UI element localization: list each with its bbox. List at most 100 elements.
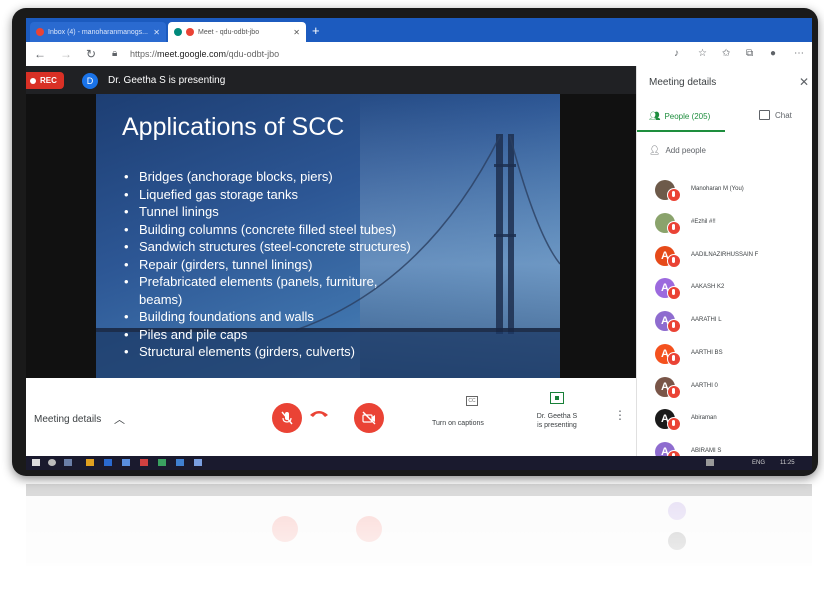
slide-bullet: Building columns (concrete filled steel … [124,221,411,239]
app-icon[interactable] [194,459,202,466]
star-icon[interactable]: ☆ [698,47,707,61]
camera-off-icon [362,411,376,425]
tab-chat[interactable]: Chat [759,110,792,120]
profile-icon[interactable]: ● [770,47,776,61]
slide-bullet: Tunnel linings [124,203,411,221]
slide: Applications of SCC Bridges (anchorage b… [96,94,560,378]
url-field[interactable]: https://meet.google.com/qdu-odbt-jbo [130,47,279,61]
close-icon[interactable]: ✕ [799,75,809,89]
active-tab-indicator [637,130,725,132]
presenting-text: Dr. Geetha S is presenting [108,75,226,86]
back-arrow-icon[interactable]: ← [34,46,46,62]
panel-title: Meeting details [649,77,717,88]
mic-off-icon [281,411,293,425]
os-taskbar: ENG 11:25 [26,456,812,470]
browser-tab-bar: Inbox (4) - manoharanmanogs... ✕ Meet - … [26,18,812,42]
participant-row[interactable]: A AARTHI 0 [649,377,809,403]
captions-icon[interactable]: CC [466,396,478,406]
lock-icon: 🔒︎ [112,48,118,59]
slide-bullet: Sandwich structures (steel-concrete stru… [124,238,411,256]
meet-header: REC D Dr. Geetha S is presenting [26,66,636,94]
clock[interactable]: 11:25 [780,458,795,468]
app-icon[interactable] [140,459,148,466]
slide-bullet: Building foundations and walls [124,308,411,326]
rec-badge: REC [26,72,64,89]
hangup-button[interactable] [308,407,330,419]
participant-name: AARATHI L [691,317,722,323]
participant-row[interactable]: A AARATHI L [649,311,809,337]
slide-bullet-continuation: beams) [139,291,183,307]
camera-off-button[interactable] [354,403,384,433]
meeting-details-toggle[interactable]: Meeting details [34,414,101,425]
recording-dot-icon [186,28,194,36]
app-icon[interactable] [122,459,130,466]
slide-bullet: Repair (girders, tunnel linings) [124,256,411,274]
language-indicator[interactable]: ENG [752,458,765,468]
more-icon[interactable]: ⋯ [794,47,804,61]
gmail-icon [36,28,44,36]
chat-icon [759,110,770,120]
screen: Inbox (4) - manoharanmanogs... ✕ Meet - … [26,18,812,470]
reflection [12,480,818,598]
presenting-label[interactable]: Dr. Geetha S is presenting [524,412,590,430]
new-tab-button[interactable]: + [312,23,320,39]
participant-name: Abiraman [691,415,717,421]
mic-muted-icon [667,254,681,268]
tray-icons[interactable] [706,459,714,466]
participant-row[interactable]: A AARTHI BS [649,344,809,370]
forward-arrow-icon[interactable]: → [60,46,72,62]
add-people-button[interactable]: 👤︎ Add people [649,145,706,156]
slide-title: Applications of SCC [122,113,345,141]
collections-icon[interactable]: ⧉ [746,47,753,61]
tab-people[interactable]: 👥︎ People (205) [649,111,710,122]
people-icon: 👥︎ [649,111,661,121]
captions-label[interactable]: Turn on captions [432,420,484,427]
presenting-label-line2: is presenting [537,422,577,429]
app-icon[interactable] [158,459,166,466]
mic-muted-icon [667,385,681,399]
participant-row[interactable]: A AADILNAZIRHUSSAIN F [649,246,809,272]
task-view-icon[interactable] [64,459,72,466]
slide-bullet: Prefabricated elements (panels, furnitur… [124,273,411,291]
favorites-icon[interactable]: ✩ [722,47,730,61]
tab-label: Meet - qdu-odbt-jbo [198,28,260,36]
address-bar: ← → ↻ 🔒︎ https://meet.google.com/qdu-odb… [26,42,812,67]
presenter-avatar: D [82,73,98,89]
more-options-icon[interactable]: ⋮ [614,408,626,422]
mic-muted-icon [667,352,681,366]
mic-icon[interactable]: ♪ [674,47,679,61]
close-tab-icon[interactable]: ✕ [153,28,160,37]
close-tab-icon[interactable]: ✕ [293,28,300,37]
mic-muted-icon [667,188,681,202]
participant-row[interactable]: #Ezhil #!! [649,213,809,239]
mic-muted-icon [667,319,681,333]
participant-name: AADILNAZIRHUSSAIN F [691,252,759,258]
participant-row[interactable]: Manoharan M (You) [649,180,809,206]
reflection-fade [12,480,818,598]
add-people-label: Add people [665,146,706,155]
app-icon[interactable] [176,459,184,466]
tab-people-label: People (205) [664,112,711,121]
chevron-up-icon[interactable]: ︿ [114,411,125,427]
slide-bullet: Bridges (anchorage blocks, piers) [124,168,411,186]
mic-muted-icon [667,417,681,431]
mic-off-button[interactable] [272,403,302,433]
participant-row[interactable]: A Abiraman [649,409,809,435]
participant-name: ABIRAMI S [691,448,722,454]
participant-row[interactable]: A AAKASH K2 [649,278,809,304]
tab-gmail[interactable]: Inbox (4) - manoharanmanogs... ✕ [30,22,166,42]
present-screen-icon[interactable] [550,392,564,404]
file-explorer-icon[interactable] [86,459,94,466]
slide-bullet: Liquefied gas storage tanks [124,186,411,204]
browser-icon[interactable] [104,459,112,466]
presentation-area: Applications of SCC Bridges (anchorage b… [26,94,636,378]
search-icon[interactable] [48,459,56,466]
add-person-icon: 👤︎ [649,145,661,155]
start-icon[interactable] [32,459,40,466]
participant-name: AAKASH K2 [691,284,725,290]
refresh-icon[interactable]: ↻ [86,46,96,62]
slide-bullet: Piles and pile caps [124,326,411,344]
participant-name: #Ezhil #!! [691,219,716,225]
tab-meet[interactable]: Meet - qdu-odbt-jbo ✕ [168,22,306,42]
rec-label: REC [40,76,57,85]
